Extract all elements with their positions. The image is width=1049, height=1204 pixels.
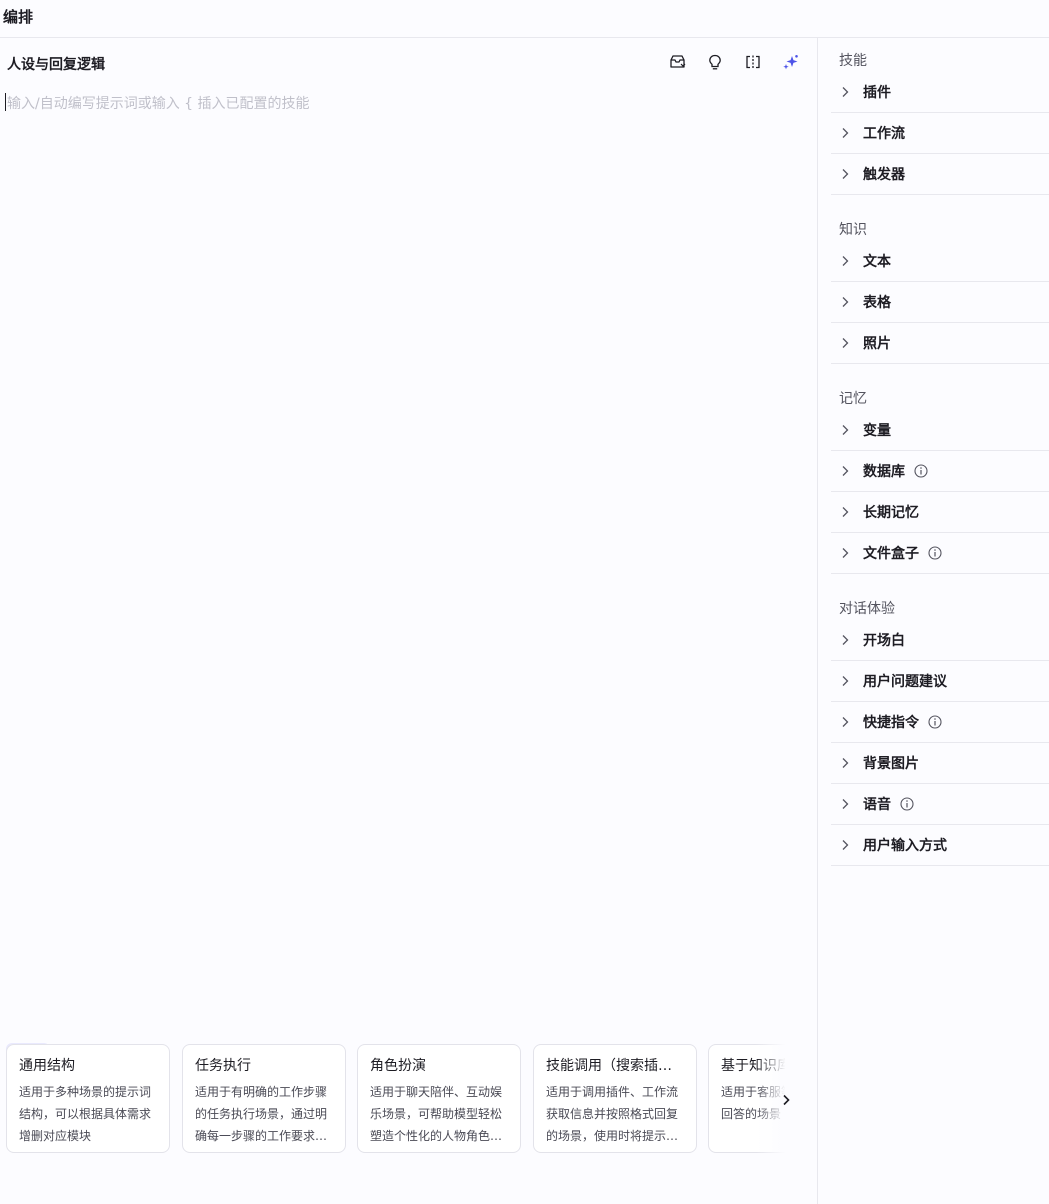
chevron-right-icon [841, 634, 853, 646]
template-card-title: 技能调用（搜索插件） [546, 1058, 684, 1074]
chevron-right-icon [783, 1094, 790, 1106]
info-icon[interactable] [928, 546, 942, 560]
chevron-right-icon [841, 296, 853, 308]
chevron-right-icon [841, 127, 853, 139]
sidebar-item-label: 触发器 [863, 167, 905, 183]
sidebar-item-label: 文件盒子 [863, 546, 919, 562]
sidebar-item-label: 用户问题建议 [863, 674, 947, 690]
template-card-desc: 适用于多种场景的提示词结构，可以根据具体需求增删对应模块 [19, 1085, 152, 1143]
sidebar-item-text[interactable]: 文本 [831, 241, 1049, 282]
template-card-desc: 适用于聊天陪伴、互动娱乐场景，可帮助模型轻松塑造个性化的人物角色，生动演绎 [370, 1085, 503, 1143]
sidebar-item-label: 语音 [863, 797, 891, 813]
template-card[interactable]: 任务执行 适用于有明确的工作步骤的任务执行场景，通过明确每一步骤的工作要求来指导… [182, 1044, 346, 1153]
chevron-right-icon [841, 716, 853, 728]
split-view-icon[interactable] [743, 52, 763, 72]
info-icon[interactable] [900, 797, 914, 811]
sidebar-item-file-box[interactable]: 文件盒子 [831, 533, 1049, 574]
sidebar-item-label: 长期记忆 [863, 505, 919, 521]
chevron-right-icon [841, 168, 853, 180]
chevron-right-icon [841, 506, 853, 518]
chevron-right-icon [841, 757, 853, 769]
chevron-right-icon [841, 675, 853, 687]
top-bar: 编排 [0, 0, 1049, 38]
chevron-right-icon [841, 424, 853, 436]
chevron-right-icon [841, 839, 853, 851]
prompt-toolbar [667, 52, 801, 72]
sidebar-item-table[interactable]: 表格 [831, 282, 1049, 323]
prompt-title: 人设与回复逻辑 [7, 57, 105, 73]
chevron-right-icon [841, 547, 853, 559]
sidebar-item-opening[interactable]: 开场白 [831, 620, 1049, 661]
chevron-right-icon [841, 255, 853, 267]
section-title-memory: 记忆 [839, 391, 867, 407]
sidebar-item-label: 数据库 [863, 464, 905, 480]
sidebar-item-variables[interactable]: 变量 [831, 410, 1049, 451]
info-icon[interactable] [914, 464, 928, 478]
section-title-chat-experience: 对话体验 [839, 601, 895, 617]
section-title-knowledge: 知识 [839, 222, 867, 238]
sidebar-item-label: 背景图片 [863, 756, 919, 772]
config-sidebar: 技能 插件 工作流 触发器 知识 文本 表格 照片 记忆 变量 数据库 长期记忆 [819, 38, 1049, 1204]
sidebar-item-label: 文本 [863, 254, 891, 270]
page-title: 编排 [3, 8, 34, 26]
chevron-right-icon [841, 337, 853, 349]
ai-sparkle-icon[interactable] [781, 52, 801, 72]
sidebar-item-input-method[interactable]: 用户输入方式 [831, 825, 1049, 866]
section-title-skills: 技能 [839, 53, 867, 69]
chevron-right-icon [841, 798, 853, 810]
sidebar-item-photo[interactable]: 照片 [831, 323, 1049, 364]
sidebar-item-long-term-memory[interactable]: 长期记忆 [831, 492, 1049, 533]
template-card-title: 角色扮演 [370, 1058, 426, 1074]
prompt-input[interactable]: 输入/自动编写提示词或输入 { 插入已配置的技能 [7, 93, 310, 113]
sidebar-item-label: 变量 [863, 423, 891, 439]
chevron-right-icon [841, 86, 853, 98]
sidebar-item-shortcuts[interactable]: 快捷指令 [831, 702, 1049, 743]
sidebar-item-label: 快捷指令 [863, 715, 919, 731]
sidebar-item-database[interactable]: 数据库 [831, 451, 1049, 492]
chevron-right-icon [841, 465, 853, 477]
text-caret [5, 93, 6, 111]
sidebar-item-label: 用户输入方式 [863, 838, 947, 854]
info-icon[interactable] [928, 715, 942, 729]
template-card[interactable]: 技能调用（搜索插件） 适用于调用插件、工作流获取信息并按照格式回复的场景，使用时… [533, 1044, 697, 1153]
sidebar-item-label: 表格 [863, 295, 891, 311]
template-card-title: 通用结构 [19, 1058, 75, 1074]
cards-next-button[interactable] [774, 1088, 798, 1112]
sidebar-item-trigger[interactable]: 触发器 [831, 154, 1049, 195]
template-card-desc: 适用于有明确的工作步骤的任务执行场景，通过明确每一步骤的工作要求来指导模型完成复… [195, 1085, 328, 1143]
sidebar-item-workflow[interactable]: 工作流 [831, 113, 1049, 154]
sidebar-item-plugins[interactable]: 插件 [831, 72, 1049, 113]
sidebar-item-background-image[interactable]: 背景图片 [831, 743, 1049, 784]
template-card-desc: 适用于调用插件、工作流获取信息并按照格式回复的场景，使用时将提示词中的技能替换 [546, 1085, 679, 1143]
template-cards: 通用结构 适用于多种场景的提示词结构，可以根据具体需求增删对应模块 任务执行 适… [6, 1044, 798, 1154]
template-card-title: 任务执行 [195, 1058, 251, 1074]
bulb-icon[interactable] [705, 52, 725, 72]
sidebar-item-label: 插件 [863, 85, 891, 101]
sidebar-item-label: 开场白 [863, 633, 905, 649]
template-card[interactable]: 通用结构 适用于多种场景的提示词结构，可以根据具体需求增删对应模块 [6, 1044, 170, 1153]
sidebar-item-label: 工作流 [863, 126, 905, 142]
template-card[interactable]: 角色扮演 适用于聊天陪伴、互动娱乐场景，可帮助模型轻松塑造个性化的人物角色，生动… [357, 1044, 521, 1153]
sidebar-item-voice[interactable]: 语音 [831, 784, 1049, 825]
save-library-icon[interactable] [667, 52, 687, 72]
prompt-panel: 人设与回复逻辑 输入/自动编写提示词或输入 { 插入已配置的技能 推荐 个人 [0, 38, 818, 1204]
sidebar-item-label: 照片 [863, 336, 891, 352]
sidebar-item-question-suggestions[interactable]: 用户问题建议 [831, 661, 1049, 702]
